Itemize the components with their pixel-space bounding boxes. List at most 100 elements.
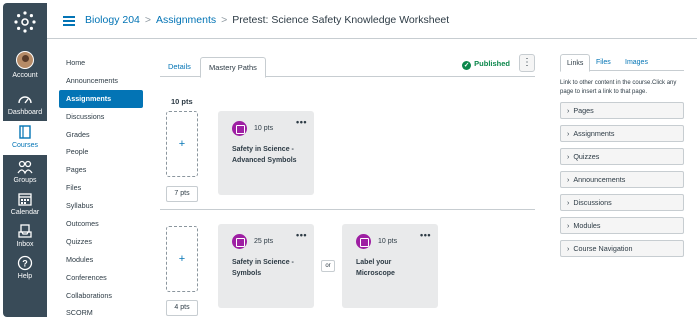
tab-files[interactable]: Files xyxy=(590,54,617,71)
card-title: Safety in Science - Advanced Symbols xyxy=(232,146,297,164)
more-options-button[interactable]: ⋮ xyxy=(519,54,535,72)
section-quizzes[interactable]: › Quizzes xyxy=(560,148,684,165)
sidebar-tabs: Links Files Images xyxy=(560,54,684,72)
section-label: Discussions xyxy=(573,198,612,207)
nav-calendar-label: Calendar xyxy=(10,209,40,216)
book-icon xyxy=(19,125,31,139)
card-points: 25 pts xyxy=(254,238,274,245)
section-label: Quizzes xyxy=(573,152,600,161)
max-points-label: 10 pts xyxy=(171,97,193,106)
chevron-right-icon: › xyxy=(567,154,570,161)
menu-toggle-icon[interactable] xyxy=(63,16,75,26)
section-assignments[interactable]: › Assignments xyxy=(560,125,684,142)
course-nav: Home Announcements Assignments Discussio… xyxy=(59,54,143,320)
breadcrumb-separator: > xyxy=(144,14,152,26)
card-title: Safety in Science - Symbols xyxy=(232,259,294,277)
tab-images[interactable]: Images xyxy=(619,54,654,71)
sidebar-description: Link to other content in the course.Clic… xyxy=(560,80,677,95)
link-sections: › Pages › Assignments › Quizzes › Announceme… xyxy=(560,102,684,257)
course-nav-conferences[interactable]: Conferences xyxy=(59,269,143,287)
card-menu-button[interactable]: ••• xyxy=(420,230,431,240)
tab-links[interactable]: Links xyxy=(560,54,591,72)
card-menu-button[interactable]: ••• xyxy=(296,117,307,127)
nav-groups-label: Groups xyxy=(13,177,37,184)
or-toggle[interactable]: or xyxy=(321,260,335,272)
nav-account[interactable]: Account xyxy=(3,51,47,79)
tab-details[interactable]: Details xyxy=(160,57,199,77)
section-label: Course Navigation xyxy=(573,244,633,253)
groups-icon xyxy=(17,160,33,175)
course-nav-outcomes[interactable]: Outcomes xyxy=(59,215,143,233)
course-nav-home[interactable]: Home xyxy=(59,54,143,72)
canvas-logo-icon[interactable] xyxy=(14,11,36,33)
chevron-right-icon: › xyxy=(567,246,570,253)
course-nav-files[interactable]: Files xyxy=(59,179,143,197)
course-nav-announcements[interactable]: Announcements xyxy=(59,72,143,90)
breadcrumb-current: Pretest: Science Safety Knowledge Worksh… xyxy=(232,14,450,26)
course-nav-quizzes[interactable]: Quizzes xyxy=(59,233,143,251)
course-nav-scorm[interactable]: SCORM xyxy=(59,304,143,320)
course-nav-discussions[interactable]: Discussions xyxy=(59,108,143,126)
breadcrumb: Biology 204 > Assignments > Pretest: Science… xyxy=(85,14,449,26)
card-points: 10 pts xyxy=(378,238,398,245)
nav-dashboard[interactable]: Dashboard xyxy=(3,91,47,116)
assignment-icon xyxy=(356,234,371,249)
assignment-card[interactable]: 25 pts ••• Safety in Science - Symbols xyxy=(218,224,314,308)
course-nav-syllabus[interactable]: Syllabus xyxy=(59,197,143,215)
published-status[interactable]: ✓ Published xyxy=(462,59,510,70)
assignment-icon xyxy=(232,234,247,249)
section-label: Modules xyxy=(573,221,601,230)
content-sidebar: Links Files Images Link to other content… xyxy=(560,54,684,263)
range-points-input[interactable]: 7 pts xyxy=(166,186,198,202)
nav-inbox-label: Inbox xyxy=(16,241,34,248)
nav-inbox[interactable]: Inbox xyxy=(3,223,47,248)
range-divider xyxy=(160,209,535,210)
nav-courses-label: Courses xyxy=(11,142,39,149)
section-course-navigation[interactable]: › Course Navigation xyxy=(560,240,684,257)
chevron-right-icon: › xyxy=(567,177,570,184)
avatar xyxy=(16,51,34,69)
chevron-right-icon: › xyxy=(567,131,570,138)
nav-help-label: Help xyxy=(17,273,33,280)
course-nav-grades[interactable]: Grades xyxy=(59,126,143,144)
section-modules[interactable]: › Modules xyxy=(560,217,684,234)
section-announcements[interactable]: › Announcements xyxy=(560,171,684,188)
assignment-icon xyxy=(232,121,247,136)
course-nav-pages[interactable]: Pages xyxy=(59,161,143,179)
assignment-card[interactable]: 10 pts ••• Label your Microscope xyxy=(342,224,438,308)
section-discussions[interactable]: › Discussions xyxy=(560,194,684,211)
card-menu-button[interactable]: ••• xyxy=(296,230,307,240)
check-circle-icon: ✓ xyxy=(462,61,472,70)
card-title: Label your Microscope xyxy=(356,259,395,277)
nav-help[interactable]: ? Help xyxy=(3,255,47,280)
range-points-input[interactable]: 4 pts xyxy=(166,300,198,316)
inbox-icon xyxy=(18,224,32,238)
course-nav-modules[interactable]: Modules xyxy=(59,251,143,269)
section-pages[interactable]: › Pages xyxy=(560,102,684,119)
course-nav-people[interactable]: People xyxy=(59,143,143,161)
mastery-paths-panel: Details Mastery Paths ✓ Published ⋮ 10 pt… xyxy=(160,54,535,320)
course-nav-collaborations[interactable]: Collaborations xyxy=(59,287,143,305)
course-nav-assignments[interactable]: Assignments xyxy=(59,89,143,108)
chevron-right-icon: › xyxy=(567,108,570,115)
tab-mastery-paths[interactable]: Mastery Paths xyxy=(200,57,266,78)
nav-groups[interactable]: Groups xyxy=(3,159,47,184)
breadcrumb-course[interactable]: Biology 204 xyxy=(85,14,140,26)
assignment-card[interactable]: 10 pts ••• Safety in Science - Advanced … xyxy=(218,111,314,195)
nav-dashboard-label: Dashboard xyxy=(7,109,43,116)
breadcrumb-assignments[interactable]: Assignments xyxy=(156,14,216,26)
section-label: Assignments xyxy=(573,129,615,138)
chevron-right-icon: › xyxy=(567,200,570,207)
help-icon: ? xyxy=(17,255,33,271)
page-header: Biology 204 > Assignments > Pretest: Science… xyxy=(47,3,697,39)
add-assignment-button[interactable]: + xyxy=(166,111,198,177)
chevron-right-icon: › xyxy=(567,223,570,230)
calendar-icon xyxy=(18,193,32,206)
dashboard-icon xyxy=(18,96,32,104)
section-label: Pages xyxy=(573,106,594,115)
svg-text:?: ? xyxy=(22,259,28,269)
nav-calendar[interactable]: Calendar xyxy=(3,191,47,216)
breadcrumb-separator: > xyxy=(221,14,228,26)
add-assignment-button[interactable]: + xyxy=(166,226,198,292)
nav-courses[interactable]: Courses xyxy=(3,121,47,155)
